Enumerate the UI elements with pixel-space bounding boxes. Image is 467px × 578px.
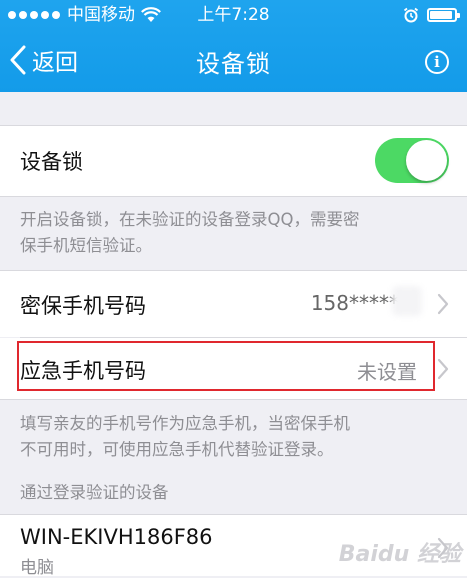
divider — [0, 196, 467, 197]
toggle-knob — [406, 140, 447, 181]
device-lock-toggle[interactable] — [375, 138, 449, 183]
page-title: 设备锁 — [196, 50, 271, 78]
note-line: 填写亲友的手机号作为应急手机，当密保手机 — [20, 414, 350, 433]
device-lock-description: 开启设备锁，在未验证的设备登录QQ，需要密 保手机短信验证。 — [20, 207, 359, 259]
chevron-right-icon — [437, 358, 449, 380]
description-line: 保手机短信验证。 — [20, 236, 152, 255]
emergency-phone-note: 填写亲友的手机号作为应急手机，当密保手机 不可用时，可使用应急手机代替验证登录。 — [20, 411, 350, 463]
divider — [0, 399, 467, 400]
device-name: WIN-EKIVH186F86 — [20, 525, 213, 549]
security-phone-label: 密保手机号码 — [20, 294, 146, 318]
info-icon[interactable]: i — [425, 50, 449, 74]
baidu-watermark: Baidu 经验 — [338, 542, 461, 567]
description-line: 开启设备锁，在未验证的设备登录QQ，需要密 — [20, 210, 360, 229]
highlight-box — [17, 341, 435, 391]
status-time: 上午7:28 — [197, 5, 270, 25]
note-line: 不可用时，可使用应急手机代替验证登录。 — [20, 440, 334, 459]
redaction-blur — [392, 286, 422, 316]
chevron-right-icon — [437, 293, 449, 315]
alarm-clock-icon — [403, 7, 419, 23]
app-header: 中国移动 上午7:28 返回 设备锁 i — [0, 0, 467, 92]
device-lock-label: 设备锁 — [20, 150, 83, 174]
verified-devices-header: 通过登录验证的设备 — [20, 483, 169, 502]
status-bar: 中国移动 上午7:28 — [0, 0, 467, 30]
device-type: 电脑 — [20, 558, 54, 578]
battery-icon — [427, 8, 460, 22]
navigation-bar: 返回 设备锁 i — [0, 30, 467, 92]
